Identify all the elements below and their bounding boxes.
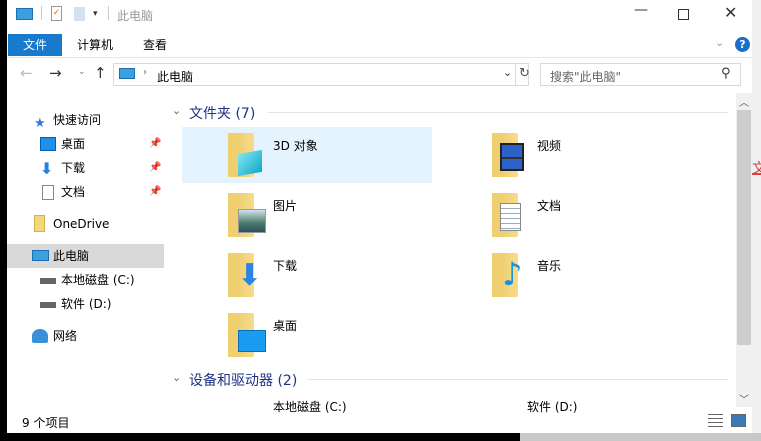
close-button[interactable]: ✕ (724, 3, 737, 22)
pictures-icon (238, 209, 266, 233)
up-button[interactable]: ↑ (94, 64, 107, 82)
computer-icon (32, 250, 49, 261)
sidebar-item-downloads[interactable]: ⬇ 下载 📌 (7, 156, 164, 180)
sidebar-item-this-pc[interactable]: 此电脑 (7, 244, 164, 268)
file-explorer-window: ✓ ▾ 此电脑 — ✕ 文件 计算机 查看 ⌄ ? ← → ⌄ ↑ › 此电脑 … (7, 0, 752, 433)
folder-item[interactable]: 3D 对象 (182, 127, 432, 183)
customize-toolbar-dropdown[interactable]: ▾ (93, 9, 98, 19)
tab-file[interactable]: 文件 (8, 34, 62, 56)
breadcrumb-this-pc[interactable]: 此电脑 (157, 68, 193, 85)
folder-item[interactable]: 桌面 (182, 307, 432, 363)
downloads-icon: ⬇ (237, 258, 263, 293)
sidebar-item-network[interactable]: 网络 (7, 324, 164, 348)
search-input[interactable]: 搜索"此电脑" ⚲ (540, 63, 741, 86)
sidebar-item-desktop[interactable]: 桌面 📌 (7, 132, 164, 156)
pin-icon[interactable]: 📌 (149, 132, 161, 156)
recent-locations-dropdown[interactable]: ⌄ (78, 67, 86, 77)
music-icon: ♪ (502, 255, 523, 293)
group-header-folders[interactable]: 文件夹 (7) (189, 103, 255, 123)
forward-button[interactable]: → (49, 64, 62, 82)
vertical-scrollbar[interactable]: ︿ ﹀ (736, 93, 752, 407)
sidebar-item-onedrive[interactable]: OneDrive (7, 212, 164, 236)
navigation-pane: ★ 快速访问 桌面 📌 ⬇ 下载 📌 文档 📌 OneDrive 此电脑 本地磁盘 (C:… (7, 92, 164, 407)
expand-ribbon-icon[interactable]: ⌄ (715, 36, 724, 49)
folder-item[interactable]: ♪ 音乐 (436, 247, 686, 303)
background-taskbar (520, 433, 761, 441)
sidebar-item-documents[interactable]: 文档 📌 (7, 180, 164, 204)
folder-item[interactable]: ⬇ 下载 (182, 247, 432, 303)
network-icon (32, 329, 48, 343)
collapse-group-icon[interactable]: ⌄ (172, 371, 181, 384)
search-icon[interactable]: ⚲ (721, 66, 731, 81)
sidebar-item-quick-access[interactable]: ★ 快速访问 (7, 108, 164, 132)
status-item-count: 9 个项目 (22, 416, 70, 430)
star-icon: ★ (34, 116, 46, 131)
desktop-icon (40, 137, 56, 151)
window-title: 此电脑 (117, 9, 154, 23)
details-view-icon[interactable] (708, 414, 723, 427)
sidebar-item-drive-c[interactable]: 本地磁盘 (C:) (7, 268, 164, 292)
scroll-up-button[interactable]: ︿ (739, 94, 749, 109)
drive-icon (40, 302, 56, 308)
minimize-button[interactable]: — (634, 2, 648, 18)
tab-view[interactable]: 查看 (129, 34, 181, 56)
folder-item[interactable]: 文档 (436, 187, 686, 243)
folder-icon (34, 215, 45, 232)
content-pane: ⌄ 文件夹 (7) 3D 对象 视频 图片 文档 ⬇ 下载 ♪ 音乐 桌面 ⌄ 设备… (165, 92, 736, 414)
back-button[interactable]: ← (20, 64, 33, 82)
scroll-down-button[interactable]: ﹀ (739, 391, 749, 406)
drive-item-c[interactable]: 本地磁盘 (C:) (273, 398, 347, 415)
tab-computer[interactable]: 计算机 (63, 34, 127, 56)
maximize-button[interactable] (678, 9, 689, 20)
3d-objects-icon (238, 149, 262, 177)
folder-item[interactable]: 图片 (182, 187, 432, 243)
drive-item-d[interactable]: 软件 (D:) (527, 398, 577, 415)
refresh-icon[interactable]: ↻ (519, 66, 530, 81)
sidebar-item-drive-d[interactable]: 软件 (D:) (7, 292, 164, 316)
address-bar[interactable]: › 此电脑 ⌄ ↻ (113, 63, 530, 86)
help-icon[interactable]: ? (735, 37, 750, 52)
breadcrumb-separator-icon: › (143, 67, 147, 78)
properties-icon[interactable]: ✓ (51, 6, 62, 21)
computer-icon (16, 8, 33, 20)
folder-item[interactable]: 视频 (436, 127, 686, 183)
new-folder-icon[interactable] (74, 7, 85, 21)
pin-icon[interactable]: 📌 (149, 156, 161, 180)
background-text: 文 (752, 161, 761, 177)
documents-icon (500, 203, 521, 231)
desktop-icon (238, 330, 266, 352)
videos-icon (500, 143, 524, 171)
download-icon: ⬇ (40, 159, 54, 178)
address-dropdown-icon[interactable]: ⌄ (503, 66, 512, 79)
group-header-devices[interactable]: 设备和驱动器 (2) (189, 370, 297, 390)
background-window: 文 (752, 0, 761, 441)
computer-icon (119, 68, 135, 79)
pin-icon[interactable]: 📌 (149, 180, 161, 204)
scrollbar-thumb[interactable] (737, 110, 751, 345)
drive-icon (40, 278, 56, 284)
document-icon (42, 185, 54, 200)
collapse-group-icon[interactable]: ⌄ (172, 104, 181, 117)
large-icons-view-icon[interactable] (731, 414, 746, 427)
search-placeholder: 搜索"此电脑" (550, 70, 622, 84)
